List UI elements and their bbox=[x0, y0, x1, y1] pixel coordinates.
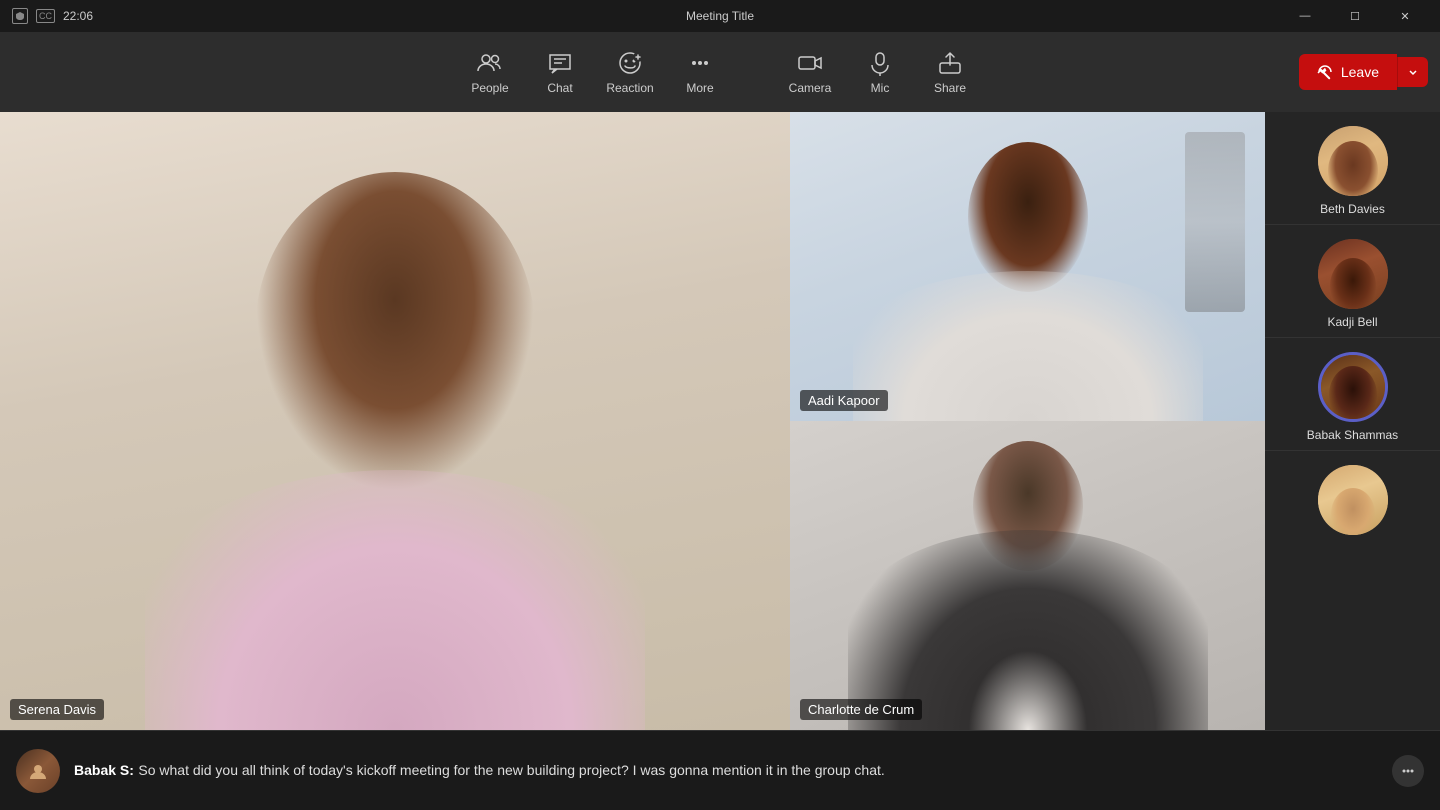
leave-button-group: Leave bbox=[1299, 54, 1428, 90]
sidebar: Beth Davies Kadji Bell bbox=[1265, 112, 1440, 730]
more-options-icon bbox=[1400, 763, 1416, 779]
participant-name-aadi: Aadi Kapoor bbox=[800, 390, 888, 411]
avatar-container-beth bbox=[1318, 126, 1388, 196]
close-button[interactable]: ✕ bbox=[1382, 0, 1428, 32]
sidebar-name-kadji: Kadji Bell bbox=[1327, 315, 1377, 329]
chevron-down-icon bbox=[1408, 67, 1418, 77]
more-icon bbox=[686, 49, 714, 77]
leave-chevron-button[interactable] bbox=[1397, 57, 1428, 87]
caption-speaker-avatar bbox=[16, 749, 60, 793]
caption-text: Babak S: So what did you all think of to… bbox=[74, 760, 1424, 781]
share-icon bbox=[936, 49, 964, 77]
avatar-container-kadji bbox=[1318, 239, 1388, 309]
participant-name-serena: Serena Davis bbox=[10, 699, 104, 720]
video-placeholder-charlotte bbox=[790, 421, 1265, 730]
caption-speaker-name: Babak S: bbox=[74, 762, 134, 778]
main-video-serena: Serena Davis bbox=[0, 112, 790, 730]
reaction-icon bbox=[616, 49, 644, 77]
avatar-babak bbox=[1318, 352, 1388, 422]
main-content: Serena Davis Aadi Kapoor bbox=[0, 112, 1440, 730]
toolbar-people[interactable]: People bbox=[455, 32, 525, 112]
caption-bar: Babak S: So what did you all think of to… bbox=[0, 730, 1440, 810]
cc-icon: CC bbox=[36, 9, 55, 23]
toolbar: People Chat Reaction bbox=[0, 32, 1440, 112]
phone-icon bbox=[1317, 64, 1333, 80]
meeting-title: Meeting Title bbox=[686, 9, 754, 23]
people-icon bbox=[476, 49, 504, 77]
reaction-label: Reaction bbox=[606, 81, 653, 95]
toolbar-more[interactable]: More bbox=[665, 32, 735, 112]
avatar-kadji bbox=[1318, 239, 1388, 309]
share-label: Share bbox=[934, 81, 966, 95]
meeting-time: 22:06 bbox=[63, 9, 93, 23]
avatar-container-last bbox=[1318, 465, 1388, 535]
participant-name-charlotte: Charlotte de Crum bbox=[800, 699, 922, 720]
maximize-button[interactable]: ☐ bbox=[1332, 0, 1378, 32]
mic-label: Mic bbox=[871, 81, 890, 95]
caption-message: So what did you all think of today's kic… bbox=[138, 762, 884, 778]
side-video-charlotte: Charlotte de Crum bbox=[790, 421, 1265, 730]
chat-label: Chat bbox=[547, 81, 572, 95]
more-label: More bbox=[686, 81, 713, 95]
video-grid: Serena Davis Aadi Kapoor bbox=[0, 112, 1265, 730]
sidebar-person-kadji[interactable]: Kadji Bell bbox=[1265, 225, 1440, 338]
toolbar-chat[interactable]: Chat bbox=[525, 32, 595, 112]
camera-icon bbox=[796, 49, 824, 77]
sidebar-name-babak: Babak Shammas bbox=[1307, 428, 1398, 442]
chat-icon bbox=[546, 49, 574, 77]
avatar-last bbox=[1318, 465, 1388, 535]
side-video-aadi: Aadi Kapoor bbox=[790, 112, 1265, 421]
window-controls: — ☐ ✕ bbox=[1282, 0, 1428, 32]
sidebar-person-babak[interactable]: Babak Shammas bbox=[1265, 338, 1440, 451]
avatar-beth bbox=[1318, 126, 1388, 196]
toolbar-reaction[interactable]: Reaction bbox=[595, 32, 665, 112]
titlebar-left: CC 22:06 bbox=[12, 8, 93, 24]
avatar-container-babak bbox=[1318, 352, 1388, 422]
sidebar-name-beth: Beth Davies bbox=[1320, 202, 1385, 216]
video-placeholder-serena bbox=[0, 112, 790, 730]
sidebar-person-last[interactable] bbox=[1265, 451, 1440, 730]
side-videos: Aadi Kapoor Charlotte de Crum bbox=[790, 112, 1265, 730]
video-placeholder-aadi bbox=[790, 112, 1265, 421]
people-label: People bbox=[471, 81, 508, 95]
caption-more-button[interactable] bbox=[1392, 755, 1424, 787]
minimize-button[interactable]: — bbox=[1282, 0, 1328, 32]
shield-icon bbox=[12, 8, 28, 24]
caption-avatar-icon bbox=[28, 761, 48, 781]
camera-label: Camera bbox=[789, 81, 832, 95]
leave-label: Leave bbox=[1341, 64, 1379, 80]
toolbar-mic[interactable]: Mic bbox=[845, 32, 915, 112]
mic-icon bbox=[866, 49, 894, 77]
toolbar-camera[interactable]: Camera bbox=[775, 32, 845, 112]
titlebar: CC 22:06 Meeting Title — ☐ ✕ bbox=[0, 0, 1440, 32]
toolbar-share[interactable]: Share bbox=[915, 32, 985, 112]
leave-button[interactable]: Leave bbox=[1299, 54, 1397, 90]
sidebar-person-beth[interactable]: Beth Davies bbox=[1265, 112, 1440, 225]
